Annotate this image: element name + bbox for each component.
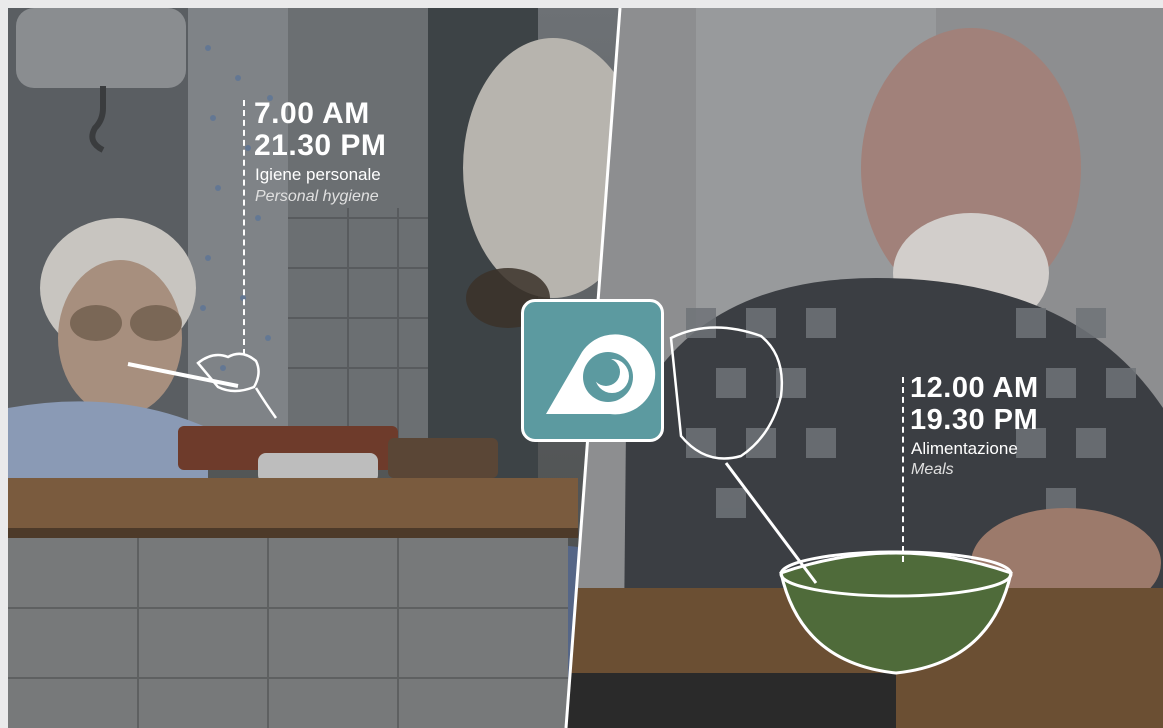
right-time-1: 12.00 AM (910, 372, 1039, 404)
right-label-italian: Alimentazione (911, 439, 1018, 458)
left-dashed-guide (243, 100, 245, 355)
right-dashed-guide (902, 377, 904, 562)
left-time-2: 21.30 PM (254, 129, 387, 162)
right-label-english: Meals (911, 461, 954, 478)
d-moon-logo-icon (546, 334, 656, 415)
left-label-english: Personal hygiene (255, 188, 379, 205)
left-label-italian: Igiene personale (255, 165, 381, 184)
right-time-2: 19.30 PM (910, 404, 1039, 436)
left-time-1: 7.00 AM (254, 97, 370, 130)
logo-badge (521, 299, 664, 442)
scene: 7.00 AM 21.30 PM Igiene personale Person… (0, 0, 1163, 728)
